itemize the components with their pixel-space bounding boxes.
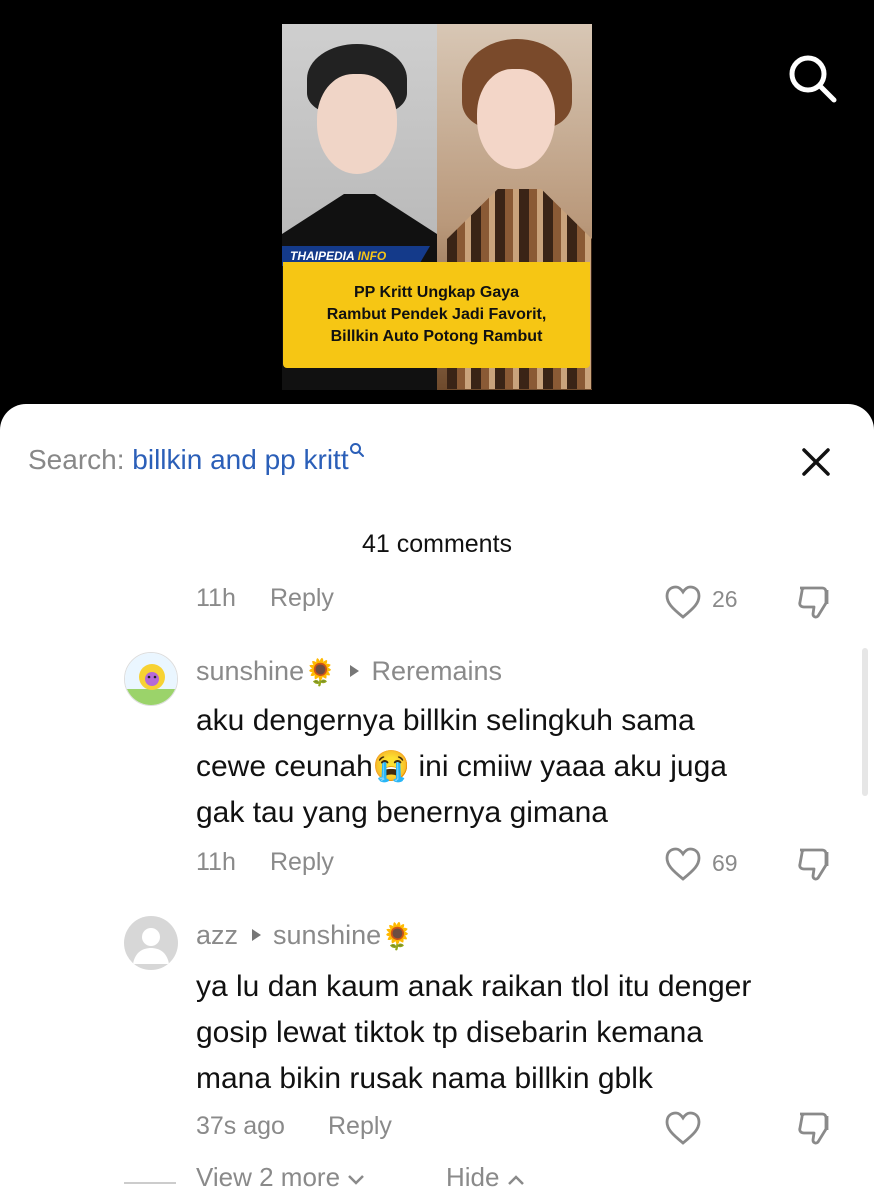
reply-arrow-icon [252,929,262,942]
comment-text: ya lu dan kaum anak raikan tlol itu deng… [196,964,856,1102]
avatar-image [125,653,177,705]
chevron-down-icon [348,1175,365,1185]
crying-emoji: 😭 [372,750,411,783]
avatar-default[interactable] [124,916,178,970]
thumb-down-icon[interactable] [796,1108,836,1146]
like-count: 69 [712,850,738,876]
reply-to-user[interactable]: sunshine [273,920,381,950]
reply-button[interactable]: Reply [328,1112,392,1141]
comment-time: 11h [196,584,236,612]
comment-text: aku dengernya billkin selingkuh sama cew… [196,698,856,836]
headline-line: PP Kritt Ungkap Gaya [353,284,520,301]
search-icon[interactable] [786,52,838,104]
comments-sheet: Search: billkin and pp kritt 41 comments… [0,404,874,1200]
comment-author-line: azz sunshine🌻 [196,920,414,952]
reply-button[interactable]: Reply [270,848,334,877]
thumb-down-icon[interactable] [796,844,836,882]
search-prefix: Search: [28,444,125,475]
face-left [317,74,397,174]
brand-prefix: THAIPEDIA [290,249,355,263]
headline-line: Billkin Auto Potong Rambut [330,328,543,345]
comment-text-part: ini cmiiw yaaa aku juga [410,750,727,783]
sunflower-emoji: 🌻 [304,657,337,688]
comment-time: 11h [196,848,236,876]
face-right [477,69,555,169]
hide-button[interactable]: Hide [446,1162,525,1193]
comment-text-line: ya lu dan kaum anak raikan tlol itu deng… [196,970,752,1003]
search-suggestion[interactable]: Search: billkin and pp kritt [28,443,365,476]
search-icon [349,443,364,457]
comment-time: 37s ago [196,1112,285,1140]
reply-arrow-icon [350,665,360,678]
comment-text-line: mana bikin rusak nama billkin gblk [196,1062,653,1095]
comment-text-line: gak tau yang benernya gimana [196,796,608,829]
sunflower-emoji: 🌻 [381,921,414,952]
search-query-link[interactable]: billkin and pp kritt [132,444,348,475]
chevron-up-icon [507,1175,524,1185]
scrollbar[interactable] [862,648,868,796]
heart-icon[interactable] [664,1110,702,1146]
comment-text-line: cewe ceunah😭 ini cmiiw yaaa aku juga [196,744,856,790]
view-more-button[interactable]: View 2 more [196,1162,365,1193]
headline-line: Rambut Pendek Jadi Favorit, [326,306,547,323]
brand-suffix: INFO [357,249,387,263]
reply-to-user[interactable]: Reremains [371,656,502,686]
comment-text-line: gosip lewat tiktok tp disebarin kemana [196,1016,703,1049]
like-count: 26 [712,586,738,612]
replies-divider [124,1182,176,1184]
avatar[interactable] [124,652,178,706]
thumb-down-icon[interactable] [796,582,836,620]
comment-text-line: aku dengernya billkin selingkuh sama [196,704,695,737]
close-icon[interactable] [796,442,836,482]
comment-author[interactable]: sunshine [196,656,304,686]
video-area[interactable]: THAIPEDIA INFO PP Kritt Ungkap Gaya Ramb… [0,0,874,420]
thumbnail-headline: PP Kritt Ungkap Gaya Rambut Pendek Jadi … [283,262,590,368]
person-icon [133,928,169,964]
comment-author-line: sunshine🌻 Reremains [196,656,502,688]
comment-text-part: cewe ceunah [196,750,373,783]
comment-count: 41 comments [361,530,513,558]
comment-author[interactable]: azz [196,920,238,950]
view-more-label: View 2 more [196,1162,341,1192]
reply-button[interactable]: Reply [270,584,334,613]
heart-icon[interactable] [664,846,702,882]
hide-label: Hide [446,1162,500,1192]
heart-icon[interactable] [664,584,702,620]
